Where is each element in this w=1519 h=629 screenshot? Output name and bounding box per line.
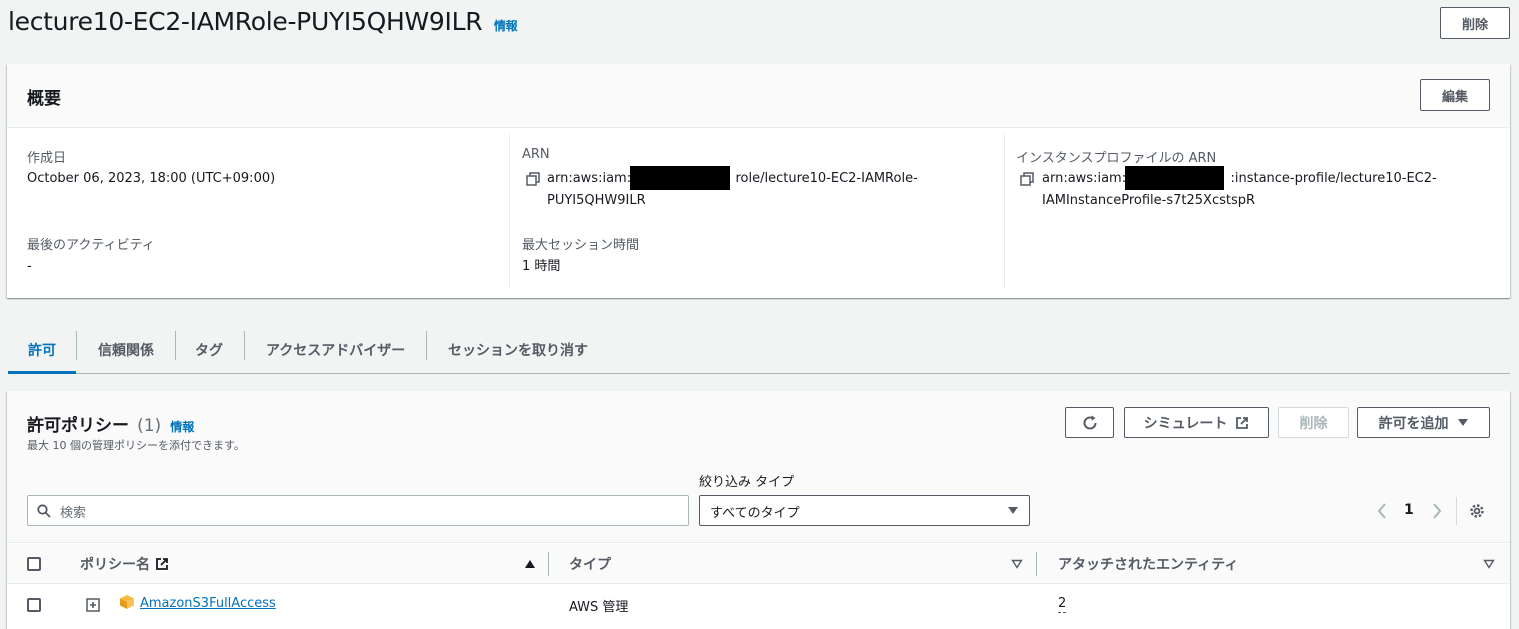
delete-role-button[interactable]: 削除 <box>1440 7 1510 39</box>
detach-button[interactable]: 削除 <box>1278 407 1349 438</box>
tab-separator <box>244 331 245 360</box>
summary-header: 概要 編集 <box>7 64 1510 128</box>
table-header-row: ポリシー名 タイプ アタッチされたエンティティ <box>7 544 1510 584</box>
column-divider <box>509 134 510 288</box>
aws-managed-policy-icon <box>120 595 134 609</box>
policies-title: 許可ポリシー <box>27 416 129 436</box>
external-link-icon <box>1236 416 1249 429</box>
attached-entities-count[interactable]: 2 <box>1058 596 1067 613</box>
tab-permissions[interactable]: 許可 <box>8 326 76 374</box>
simulate-button[interactable]: シミュレート <box>1124 407 1269 438</box>
pagination-divider <box>1456 497 1457 525</box>
max-session-label: 最大セッション時間 <box>522 238 640 253</box>
policies-header: 許可ポリシー (1) 情報 最大 10 個の管理ポリシーを添付できます。 シミュ… <box>7 391 1510 543</box>
tab-label: タグ <box>195 343 223 359</box>
search-input[interactable]: 検索 <box>27 495 689 526</box>
tab-revoke-sessions[interactable]: セッションを取り消す <box>448 326 588 374</box>
table-row: AmazonS3FullAccess AWS 管理 2 <box>7 585 1510 625</box>
tabs-underline <box>8 373 1510 374</box>
edit-button[interactable]: 編集 <box>1420 79 1490 111</box>
tab-tags[interactable]: タグ <box>195 326 223 374</box>
refresh-icon <box>1083 415 1097 429</box>
policies-count: (1) <box>137 416 162 436</box>
tab-separator <box>76 331 77 360</box>
max-session-value: 1 時間 <box>522 259 561 274</box>
search-placeholder: 検索 <box>60 506 87 521</box>
settings-gear-icon[interactable] <box>1468 502 1486 520</box>
previous-page-icon[interactable] <box>1377 503 1387 519</box>
detach-label: 削除 <box>1299 415 1328 432</box>
policies-info-link[interactable]: 情報 <box>170 420 194 434</box>
created-label: 作成日 <box>27 151 67 166</box>
delete-role-label: 削除 <box>1461 17 1488 33</box>
next-page-icon[interactable] <box>1432 503 1442 519</box>
column-header-type[interactable]: タイプ <box>569 554 611 574</box>
column-divider <box>1036 552 1037 576</box>
type-select[interactable]: すべてのタイプ <box>699 495 1030 526</box>
instance-profile-label: インスタンスプロファイルの ARN <box>1016 151 1217 166</box>
select-all-checkbox[interactable] <box>27 557 41 571</box>
summary-card: 概要 編集 作成日 October 06, 2023, 18:00 (UTC+0… <box>7 64 1510 298</box>
column-header-attached-entities[interactable]: アタッチされたエンティティ <box>1058 554 1238 574</box>
refresh-button[interactable] <box>1065 407 1114 438</box>
column-divider <box>1004 134 1005 288</box>
edit-label: 編集 <box>1441 89 1468 105</box>
tab-trust-relationships[interactable]: 信頼関係 <box>98 326 154 374</box>
info-link[interactable]: 情報 <box>494 19 518 33</box>
arn-line2: PUYI5QHW9ILR <box>547 193 646 208</box>
arn-value: arn:aws:iam:: role/lecture10-EC2-IAMRole- <box>547 168 918 190</box>
tab-separator <box>426 331 427 360</box>
policy-name-link[interactable]: AmazonS3FullAccess <box>140 596 276 611</box>
sort-icon[interactable] <box>1011 559 1023 569</box>
copy-icon[interactable] <box>1020 172 1034 186</box>
sort-ascending-icon[interactable] <box>524 559 536 569</box>
page-title: lecture10-EC2-IAMRole-PUYI5QHW9ILR 情報 <box>8 7 518 36</box>
arn-label: ARN <box>522 147 550 162</box>
policy-type: AWS 管理 <box>569 600 629 615</box>
row-checkbox[interactable] <box>27 598 41 612</box>
policies-heading: 許可ポリシー (1) 情報 <box>27 411 194 436</box>
tab-label: 許可 <box>28 343 56 359</box>
tab-label: セッションを取り消す <box>448 343 588 359</box>
last-activity-label: 最後のアクティビティ <box>27 238 155 253</box>
expand-icon[interactable] <box>86 598 100 612</box>
simulate-label: シミュレート <box>1143 415 1228 432</box>
ip-suffix: :instance-profile/lecture10-EC2- <box>1230 171 1437 186</box>
sort-icon[interactable] <box>1483 559 1495 569</box>
tab-label: アクセスアドバイザー <box>266 343 406 359</box>
redacted-account-id <box>630 166 730 190</box>
column-header-label: ポリシー名 <box>80 557 150 573</box>
tab-separator <box>175 331 176 360</box>
role-name: lecture10-EC2-IAMRole-PUYI5QHW9ILR <box>8 7 483 36</box>
filter-type-label: 絞り込み タイプ <box>699 475 795 490</box>
external-link-icon <box>156 558 168 570</box>
copy-icon[interactable] <box>526 172 540 186</box>
search-icon <box>37 504 51 518</box>
arn-prefix: arn:aws:iam:: <box>547 171 636 186</box>
last-activity-value: - <box>27 259 32 274</box>
add-permissions-label: 許可を追加 <box>1378 415 1449 432</box>
column-header-policy-name[interactable]: ポリシー名 <box>80 554 169 574</box>
page-number[interactable]: 1 <box>1404 502 1414 518</box>
tab-active-indicator <box>8 371 76 374</box>
instance-profile-line2: IAMInstanceProfile-s7t25XcstspR <box>1042 193 1256 208</box>
column-divider <box>548 552 549 576</box>
permissions-policies-card: 許可ポリシー (1) 情報 最大 10 個の管理ポリシーを添付できます。 シミュ… <box>7 391 1510 629</box>
redacted-account-id <box>1125 166 1224 190</box>
instance-profile-value: arn:aws:iam:::instance-profile/lecture10… <box>1042 168 1437 190</box>
add-permissions-button[interactable]: 許可を追加 <box>1357 407 1490 438</box>
tab-access-advisor[interactable]: アクセスアドバイザー <box>266 326 405 374</box>
ip-prefix: arn:aws:iam:: <box>1042 171 1131 186</box>
caret-down-icon <box>1008 507 1018 514</box>
tab-label: 信頼関係 <box>98 343 154 359</box>
created-value: October 06, 2023, 18:00 (UTC+09:00) <box>27 171 276 186</box>
arn-suffix: role/lecture10-EC2-IAMRole- <box>735 171 918 186</box>
caret-down-icon <box>1457 418 1468 426</box>
policies-description: 最大 10 個の管理ポリシーを添付できます。 <box>27 439 245 452</box>
type-select-value: すべてのタイプ <box>710 506 800 521</box>
summary-heading: 概要 <box>27 89 61 109</box>
